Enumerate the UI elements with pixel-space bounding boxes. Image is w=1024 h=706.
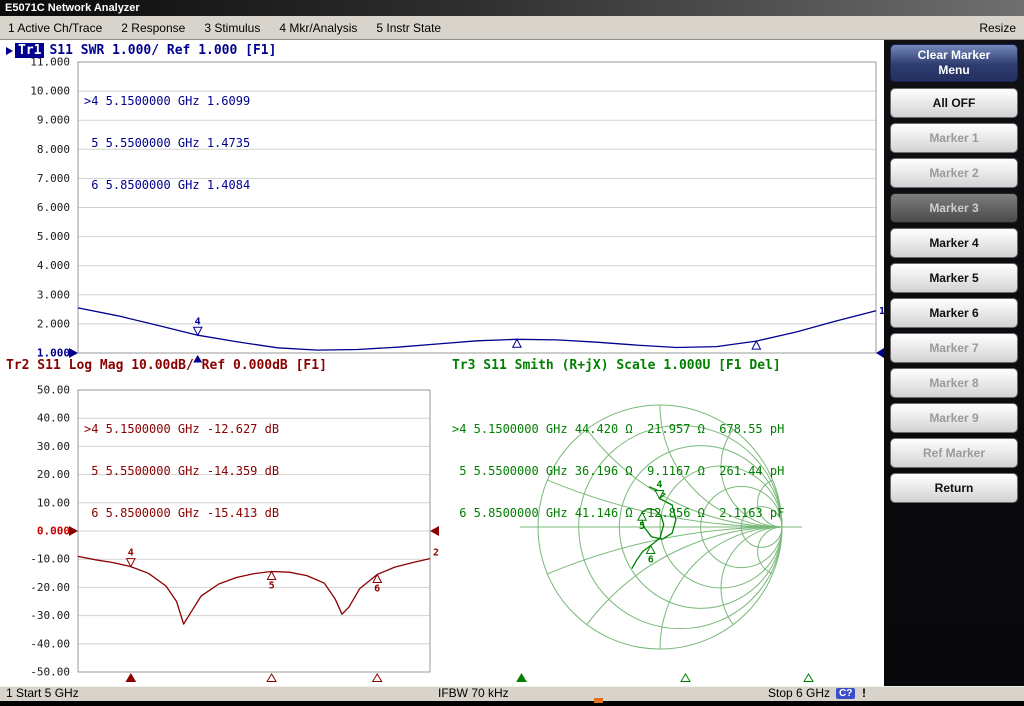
marker-6-glyph xyxy=(373,574,381,582)
softkey-marker-6[interactable]: Marker 6 xyxy=(890,298,1018,328)
tr2-readout-line: >4 5.1500000 GHz -12.627 dB xyxy=(84,422,279,436)
marker-6-glyph xyxy=(752,341,760,349)
marker-6-label: 6 xyxy=(648,555,654,566)
tr2-y-tick: 50.00 xyxy=(37,384,70,397)
menu-item-instr-state[interactable]: 5 Instr State xyxy=(376,21,441,35)
tr1-ref-arrow-left xyxy=(69,348,78,358)
tr2-readout-line: 5 5.5500000 GHz -14.359 dB xyxy=(84,464,279,478)
tr2-trace-number: 2 xyxy=(433,548,439,559)
softkey-marker-2[interactable]: Marker 2 xyxy=(890,158,1018,188)
tr2-y-tick: -50.00 xyxy=(30,666,70,679)
menu-item-active-ch-trace[interactable]: 1 Active Ch/Trace xyxy=(8,21,102,35)
tr2-marker-readout: >4 5.1500000 GHz -12.627 dB 5 5.5500000 … xyxy=(84,394,279,548)
softkey-marker-3[interactable]: Marker 3 xyxy=(890,193,1018,223)
tr3-marker-readout: >4 5.1500000 GHz 44.420 Ω 21.957 Ω 678.5… xyxy=(452,394,784,548)
tr1-y-tick: 2.000 xyxy=(37,317,70,330)
tr1-marker-readout: >4 5.1500000 GHz 1.6099 5 5.5500000 GHz … xyxy=(84,66,250,220)
tr1-y-tick: 10.000 xyxy=(30,85,70,98)
tr2-ref-arrow-left xyxy=(69,526,78,536)
tr2-ref-arrow-right xyxy=(430,526,439,536)
tr1-y-tick: 6.000 xyxy=(37,201,70,214)
tr3-header: Tr3 S11 Smith (R+jX) Scale 1.000U [F1 De… xyxy=(452,358,781,373)
marker-5-glyph xyxy=(513,339,521,347)
softkey-marker-1[interactable]: Marker 1 xyxy=(890,123,1018,153)
tr1-y-tick: 3.000 xyxy=(37,288,70,301)
tr2-y-tick: -20.00 xyxy=(30,581,70,594)
marker-6-label: 6 xyxy=(374,583,380,594)
marker-4-label: 4 xyxy=(195,316,201,327)
softkey-sidebar: Clear Marker Menu All OFF Marker 1 Marke… xyxy=(884,40,1024,686)
tr1-y-tick: 4.000 xyxy=(37,259,70,272)
tr3-readout-line: 5 5.5500000 GHz 36.196 Ω 9.1167 Ω 261.44… xyxy=(452,464,784,478)
status-start: 1 Start 5 GHz xyxy=(6,687,79,700)
menu-item-response[interactable]: 2 Response xyxy=(121,21,185,35)
tr2-y-tick: -40.00 xyxy=(30,637,70,650)
menu-item-mkr-analysis[interactable]: 4 Mkr/Analysis xyxy=(279,21,357,35)
tr1-readout-line: >4 5.1500000 GHz 1.6099 xyxy=(84,94,250,108)
marker-5-glyph xyxy=(267,571,275,579)
marker-stimulus-indicator xyxy=(804,674,813,682)
tr2-y-tick: -30.00 xyxy=(30,609,70,622)
tr1-readout-line: 6 5.8500000 GHz 1.4084 xyxy=(84,178,250,192)
status-ifbw: IFBW 70 kHz xyxy=(438,687,509,700)
marker-4-label: 4 xyxy=(128,548,134,559)
tr1-header: Tr1 S11 SWR 1.000/ Ref 1.000 [F1] xyxy=(6,43,276,58)
status-bar: 1 Start 5 GHz IFBW 70 kHz Stop 6 GHz C? … xyxy=(0,686,1024,701)
softkey-marker-5[interactable]: Marker 5 xyxy=(890,263,1018,293)
tr2-y-tick: 0.000 xyxy=(37,525,70,538)
tr2-readout-line: 6 5.8500000 GHz -15.413 dB xyxy=(84,506,279,520)
tr2-y-tick: -10.00 xyxy=(30,553,70,566)
status-stop: Stop 6 GHz xyxy=(768,687,830,700)
tr2-header: Tr2 S11 Log Mag 10.00dB/ Ref 0.000dB [F1… xyxy=(6,358,327,373)
tr2-y-tick: 10.00 xyxy=(37,496,70,509)
marker-stimulus-indicator xyxy=(267,674,276,682)
softkey-return[interactable]: Return xyxy=(890,473,1018,503)
tr1-y-tick: 5.000 xyxy=(37,230,70,243)
marker-stimulus-indicator xyxy=(373,674,382,682)
softkey-menu-title: Clear Marker Menu xyxy=(890,44,1018,82)
status-correction-badge: C? xyxy=(836,688,855,699)
softkey-all-off[interactable]: All OFF xyxy=(890,88,1018,118)
marker-5-label: 5 xyxy=(269,580,275,591)
softkey-marker-4[interactable]: Marker 4 xyxy=(890,228,1018,258)
tr2-header-text: Tr2 S11 Log Mag 10.00dB/ Ref 0.000dB [F1… xyxy=(6,358,327,373)
tr2-y-tick: 40.00 xyxy=(37,412,70,425)
softkey-marker-7[interactable]: Marker 7 xyxy=(890,333,1018,363)
tr1-readout-line: 5 5.5500000 GHz 1.4735 xyxy=(84,136,250,150)
window-title: E5071C Network Analyzer xyxy=(5,2,140,14)
tr3-readout-line: 6 5.8500000 GHz 41.146 Ω -12.856 Ω 2.116… xyxy=(452,506,784,520)
menu-item-resize[interactable]: Resize xyxy=(979,21,1016,35)
softkey-marker-9[interactable]: Marker 9 xyxy=(890,403,1018,433)
menu-item-stimulus[interactable]: 3 Stimulus xyxy=(204,21,260,35)
marker-stimulus-indicator xyxy=(126,674,135,682)
tr2-y-tick: 30.00 xyxy=(37,440,70,453)
softkey-menu-title-line1: Clear Marker xyxy=(918,48,991,63)
tr1-y-tick: 8.000 xyxy=(37,143,70,156)
menu-bar: 1 Active Ch/Trace 2 Response 3 Stimulus … xyxy=(0,16,1024,40)
status-alert-icon: ! xyxy=(862,687,866,700)
softkey-marker-8[interactable]: Marker 8 xyxy=(890,368,1018,398)
softkey-menu-title-line2: Menu xyxy=(938,63,969,78)
tr1-badge: Tr1 xyxy=(15,43,44,58)
display-area: 11.00010.0009.0008.0007.0006.0005.0004.0… xyxy=(0,40,884,686)
softkey-ref-marker[interactable]: Ref Marker xyxy=(890,438,1018,468)
marker-stimulus-indicator xyxy=(681,674,690,682)
active-trace-arrow-icon xyxy=(6,47,13,55)
tr1-header-text: S11 SWR 1.000/ Ref 1.000 [F1] xyxy=(49,43,276,58)
marker-stimulus-indicator xyxy=(517,674,526,682)
title-bar: E5071C Network Analyzer xyxy=(0,0,1024,16)
tr1-y-tick: 9.000 xyxy=(37,114,70,127)
tr2-y-tick: 20.00 xyxy=(37,468,70,481)
tr3-header-text: Tr3 S11 Smith (R+jX) Scale 1.000U [F1 De… xyxy=(452,358,781,373)
tr3-readout-line: >4 5.1500000 GHz 44.420 Ω 21.957 Ω 678.5… xyxy=(452,422,784,436)
artifact-mark xyxy=(594,698,603,703)
tr1-y-tick: 7.000 xyxy=(37,172,70,185)
tr1-ref-arrow-right xyxy=(876,348,884,358)
